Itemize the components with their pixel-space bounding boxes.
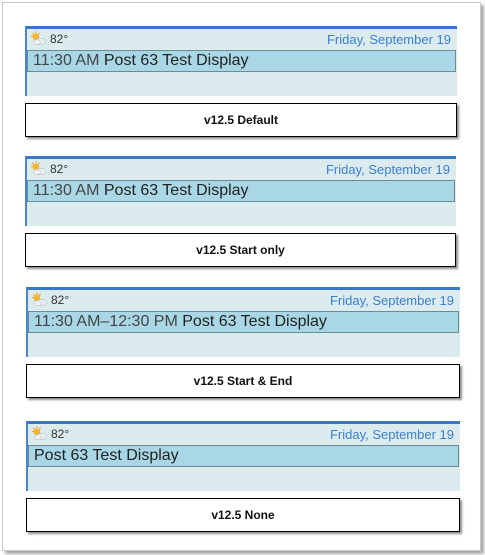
widget-header: 82° Friday, September 19 (27, 161, 456, 177)
display-panel: 82° Friday, September 19 Post 63 Test Di… (26, 421, 460, 533)
date-label: Friday, September 19 (329, 427, 454, 442)
event-item[interactable]: 11:30 AM Post 63 Test Display (27, 50, 456, 72)
event-item[interactable]: 11:30 AM Post 63 Test Display (27, 180, 455, 202)
event-title: Post 63 Test Display (103, 52, 249, 69)
partly-sunny-icon (32, 426, 48, 441)
display-panel: 82° Friday, September 19 11:30 AM Post 6… (25, 26, 457, 138)
temperature: 82° (50, 32, 69, 46)
partly-sunny-icon (32, 292, 48, 307)
display-panel: 82° Friday, September 19 11:30 AM–12:30 … (26, 287, 460, 399)
event-time: 11:30 AM–12:30 PM (34, 313, 178, 330)
event-item[interactable]: 11:30 AM–12:30 PM Post 63 Test Display (28, 311, 459, 333)
event-title: Post 63 Test Display (182, 313, 327, 330)
partly-sunny-icon (31, 31, 47, 46)
event-title: Post 63 Test Display (103, 182, 249, 199)
display-panel: 82° Friday, September 19 11:30 AM Post 6… (25, 156, 456, 268)
panel-caption: v12.5 Start only (25, 233, 456, 267)
temperature: 82° (50, 162, 69, 176)
date-label: Friday, September 19 (325, 162, 450, 177)
widget-header: 82° Friday, September 19 (28, 292, 460, 308)
partly-sunny-icon (31, 161, 47, 176)
calendar-widget: 82° Friday, September 19 Post 63 Test Di… (26, 421, 460, 491)
widget-header: 82° Friday, September 19 (27, 31, 457, 47)
panel-caption: v12.5 Default (25, 103, 457, 137)
panel-caption: v12.5 None (26, 498, 460, 532)
calendar-widget: 82° Friday, September 19 11:30 AM Post 6… (25, 26, 457, 96)
widget-header: 82° Friday, September 19 (28, 426, 460, 442)
event-time: 11:30 AM (33, 182, 100, 199)
event-time: 11:30 AM (33, 52, 100, 69)
event-title: Post 63 Test Display (34, 447, 179, 464)
date-label: Friday, September 19 (329, 293, 454, 308)
calendar-widget: 82° Friday, September 19 11:30 AM–12:30 … (26, 287, 460, 357)
temperature: 82° (51, 427, 70, 441)
temperature: 82° (51, 293, 70, 307)
event-item[interactable]: Post 63 Test Display (28, 445, 459, 467)
calendar-widget: 82° Friday, September 19 11:30 AM Post 6… (25, 156, 456, 226)
panel-caption: v12.5 Start & End (26, 364, 460, 398)
date-label: Friday, September 19 (326, 32, 451, 47)
screenshot-frame: 82° Friday, September 19 11:30 AM Post 6… (2, 2, 481, 551)
